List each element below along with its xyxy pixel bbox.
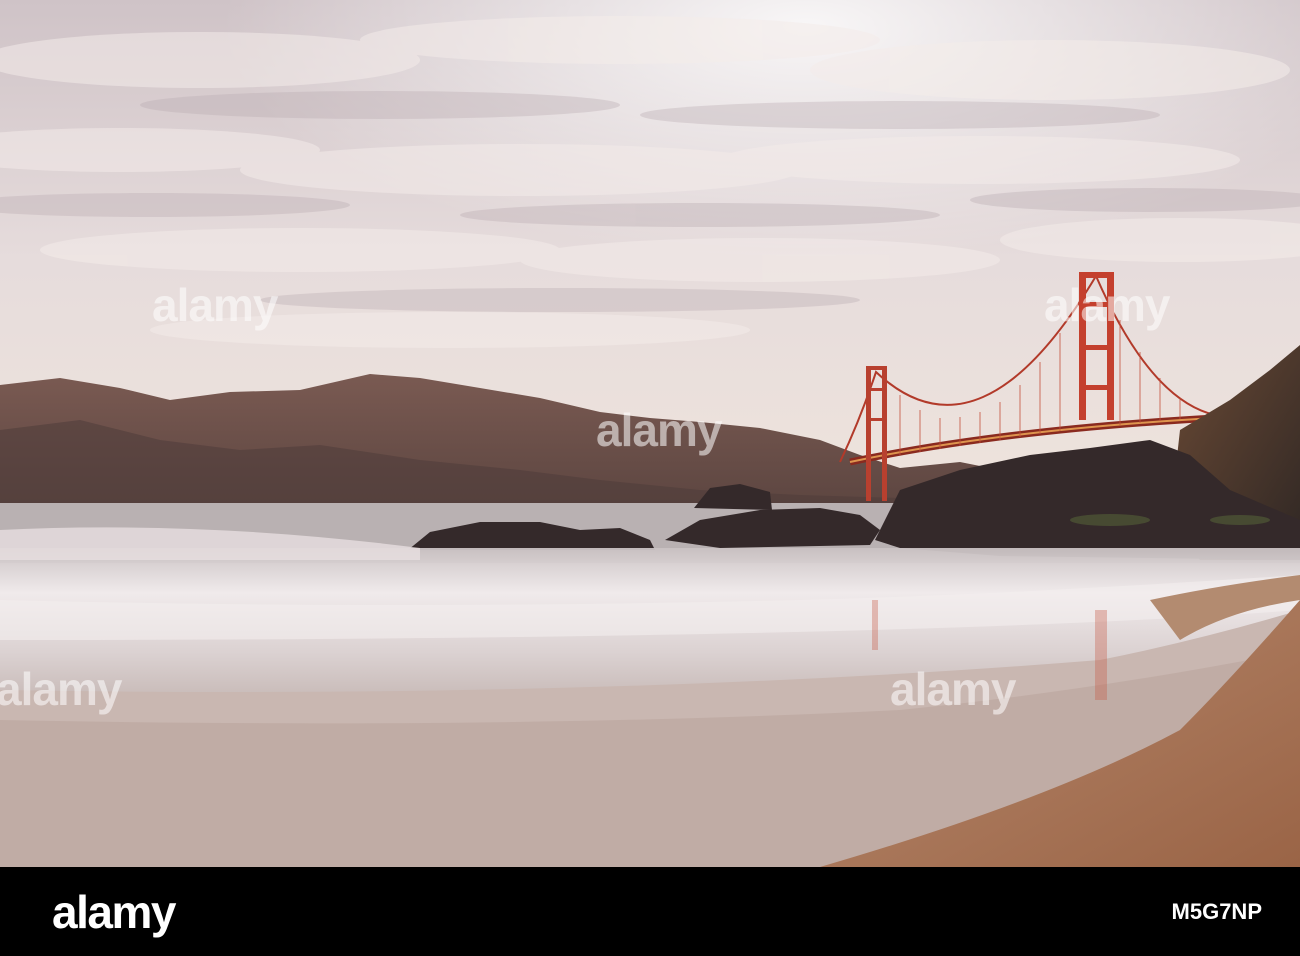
- alamy-logo: alamy: [52, 886, 176, 938]
- photo: [0, 0, 1300, 867]
- beach-bridge-scene: [0, 0, 1300, 867]
- footer-bar: alamy M5G7NP: [0, 867, 1300, 956]
- image-id: M5G7NP: [1171, 899, 1262, 924]
